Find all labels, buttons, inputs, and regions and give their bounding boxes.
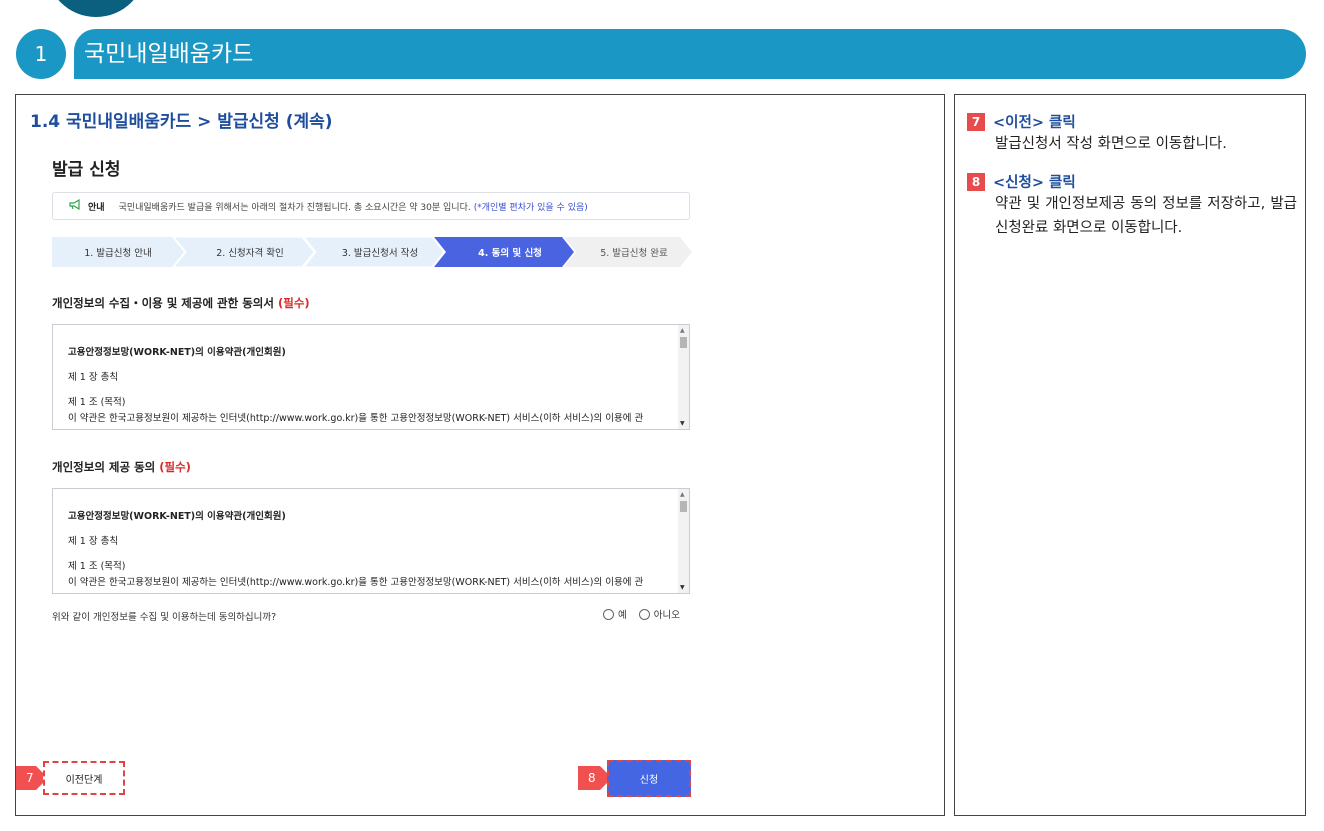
- callout-7: 7: [16, 766, 48, 790]
- terms-heading: 고용안정정보망(WORK-NET)의 이용약관(개인회원): [68, 511, 286, 522]
- terms-article: 제 1 조 (목적): [68, 561, 126, 572]
- terms-body: 이 약관은 한국고용정보원이 제공하는 인터넷(http://www.work.…: [68, 577, 644, 588]
- radio-no[interactable]: 아니오: [638, 607, 680, 621]
- step-2: 2. 신청자격 확인: [216, 248, 284, 259]
- radio-circle[interactable]: [603, 608, 614, 620]
- step-1: 1. 발급신청 안내: [84, 248, 152, 259]
- description-text: 약관 및 개인정보제공 동의 정보를 저장하고, 발급신청완료 화면으로 이동합…: [995, 196, 1297, 236]
- terms-chapter: 제 1 장 총칙: [68, 536, 119, 547]
- scroll-thumb[interactable]: [680, 501, 687, 512]
- step-3: 3. 발급신청서 작성: [341, 248, 419, 259]
- scroll-down-icon[interactable]: ▼: [680, 584, 685, 591]
- consent1-title: 개인정보의 수집・이용 및 제공에 관한 동의서 (필수): [52, 296, 310, 310]
- terms-chapter: 제 1 장 총칙: [68, 372, 119, 383]
- description-8: 8 <신청> 클릭 약관 및 개인정보제공 동의 정보를 저장하고, 발급신청완…: [967, 171, 1297, 240]
- radio-circle[interactable]: [638, 608, 650, 620]
- chapter-top-ornament: [46, 0, 146, 17]
- description-badge: 7: [967, 112, 985, 131]
- radio-yes[interactable]: 예: [603, 607, 627, 621]
- description-title: <이전> 클릭: [993, 115, 1076, 131]
- step-progress: 1. 발급신청 안내 2. 신청자격 확인 3. 발급신청서 작성 4. 동의 …: [52, 237, 692, 267]
- terms-body: 이 약관은 한국고용정보원이 제공하는 인터넷(http://www.work.…: [68, 413, 644, 424]
- consent-radio-group: 예 아니오: [603, 607, 680, 621]
- chapter-title: 국민내일배움카드: [84, 41, 254, 67]
- description-title: <신청> 클릭: [993, 175, 1076, 191]
- scrollbar[interactable]: ▲ ▼: [678, 325, 689, 429]
- prev-step-button[interactable]: 이전단계: [43, 761, 125, 795]
- scroll-down-icon[interactable]: ▼: [680, 420, 685, 427]
- scroll-thumb[interactable]: [680, 337, 687, 348]
- callout-8: 8: [578, 766, 612, 790]
- consent2-title: 개인정보의 제공 동의 (필수): [52, 460, 191, 474]
- notice-text: 국민내일배움카드 발급을 위해서는 아래의 절차가 진행됩니다. 총 소요시간은…: [118, 202, 471, 213]
- chapter-number: 1: [16, 29, 66, 79]
- step-5: 5. 발급신청 완료: [600, 248, 668, 259]
- terms-article: 제 1 조 (목적): [68, 397, 126, 408]
- required-mark: (필수): [277, 296, 310, 310]
- chapter-bar: [74, 29, 1306, 79]
- consent1-terms-box[interactable]: 고용안정정보망(WORK-NET)의 이용약관(개인회원) 제 1 장 총칙 제…: [52, 324, 690, 430]
- notice-box: 안내 국민내일배움카드 발급을 위해서는 아래의 절차가 진행됩니다. 총 소요…: [52, 192, 690, 220]
- scroll-up-icon[interactable]: ▲: [680, 327, 685, 334]
- consent2-terms-box[interactable]: 고용안정정보망(WORK-NET)의 이용약관(개인회원) 제 1 장 총칙 제…: [52, 488, 690, 594]
- description-text: 발급신청서 작성 화면으로 이동합니다.: [995, 136, 1227, 152]
- description-panel: 7 <이전> 클릭 발급신청서 작성 화면으로 이동합니다. 8 <신청> 클릭…: [954, 94, 1306, 816]
- scroll-up-icon[interactable]: ▲: [680, 491, 685, 498]
- scrollbar[interactable]: ▲ ▼: [678, 489, 689, 593]
- page-title: 발급 신청: [52, 160, 121, 180]
- required-mark: (필수): [159, 460, 191, 474]
- step-4: 4. 동의 및 신청: [478, 248, 542, 259]
- screenshot-panel: 1.4 국민내일배움카드 > 발급신청 (계속) 발급 신청 안내 국민내일배움…: [15, 94, 945, 816]
- terms-heading: 고용안정정보망(WORK-NET)의 이용약관(개인회원): [68, 347, 286, 358]
- section-title: 1.4 국민내일배움카드 > 발급신청 (계속): [30, 112, 333, 132]
- notice-label: 안내: [88, 202, 105, 213]
- description-7: 7 <이전> 클릭 발급신청서 작성 화면으로 이동합니다.: [967, 111, 1297, 156]
- consent-question: 위와 같이 개인정보를 수집 및 이용하는데 동의하십니까?: [52, 612, 277, 623]
- notice-note: (*개인별 편차가 있을 수 있음): [473, 202, 588, 213]
- apply-button[interactable]: 신청: [607, 760, 691, 797]
- megaphone-icon: [69, 198, 82, 213]
- description-badge: 8: [967, 172, 985, 191]
